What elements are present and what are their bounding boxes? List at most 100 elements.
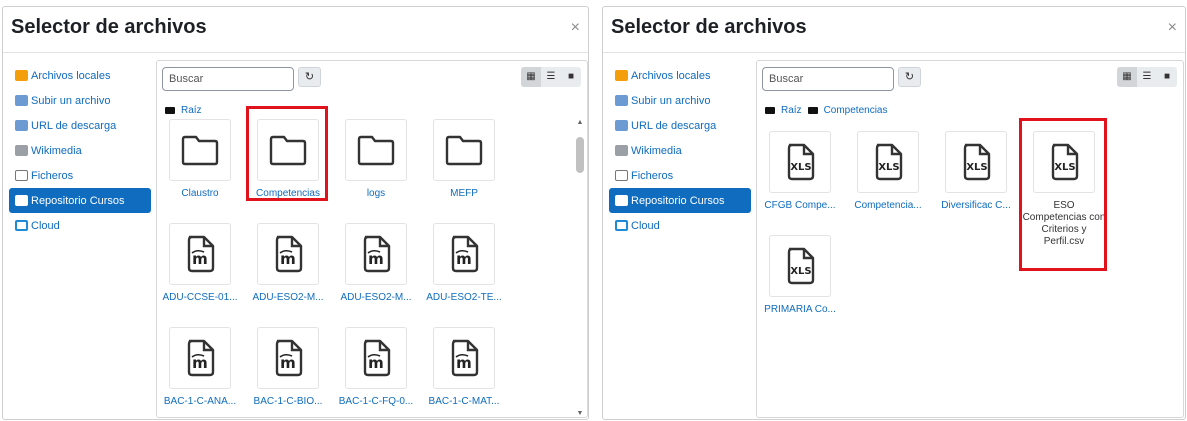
moodle-backup-icon: m: [345, 223, 407, 285]
svg-text:XLS: XLS: [1054, 162, 1075, 173]
file-tile[interactable]: logs: [333, 119, 419, 200]
file-panel: Buscar ↻ ▦ ☰ ■ Raíz Claustro Competencias…: [156, 60, 588, 418]
close-icon[interactable]: ×: [1168, 19, 1177, 37]
repo-item[interactable]: Cloud: [609, 213, 751, 238]
file-name: ADU-ESO2-M...: [252, 292, 324, 303]
svg-text:XLS: XLS: [790, 266, 811, 277]
dialog-header: Selector de archivos ×: [3, 7, 588, 53]
folder-icon: [165, 107, 175, 114]
tree-view-button[interactable]: ■: [1157, 67, 1177, 87]
file-tile[interactable]: MEFP: [421, 119, 507, 200]
home-icon: [15, 70, 28, 81]
breadcrumb-item[interactable]: Competencias: [824, 105, 888, 116]
moodle-backup-icon: m: [257, 327, 319, 389]
repo-item[interactable]: URL de descarga: [9, 113, 151, 138]
icons-view-button[interactable]: ▦: [521, 67, 541, 87]
repo-item-label: Cloud: [631, 219, 660, 232]
upload-icon: [615, 95, 628, 106]
breadcrumb-item[interactable]: Raíz: [781, 105, 802, 116]
breadcrumb: Raíz: [165, 105, 208, 116]
refresh-button[interactable]: ↻: [298, 67, 321, 87]
repository-list: Archivos locales Subir un archivo URL de d…: [9, 63, 151, 238]
repo-item[interactable]: URL de descarga: [609, 113, 751, 138]
repo-item-label: URL de descarga: [631, 119, 717, 132]
breadcrumb: Raíz Competencias: [765, 105, 893, 116]
moodle-backup-icon: m: [433, 327, 495, 389]
file-name: ADU-ESO2-TE...: [426, 292, 502, 303]
file-tile[interactable]: m BAC-1-C-FQ-0...: [333, 327, 419, 408]
search-input[interactable]: Buscar: [162, 67, 294, 91]
view-switcher: ▦ ☰ ■: [1117, 67, 1177, 87]
file-tile[interactable]: XLS Competencia...: [845, 131, 931, 212]
home-icon: [615, 70, 628, 81]
repo-item[interactable]: Subir un archivo: [609, 88, 751, 113]
file-tile[interactable]: m ADU-ESO2-M...: [245, 223, 331, 304]
file-name: PRIMARIA Co...: [764, 304, 836, 315]
scrollbar[interactable]: ▲ ▼: [575, 119, 585, 417]
svg-text:m: m: [280, 250, 296, 268]
repo-item[interactable]: Wikimedia: [9, 138, 151, 163]
repo-item[interactable]: Wikimedia: [609, 138, 751, 163]
file-name: ESO Competencias con Criterios y Perfil.…: [1022, 200, 1106, 247]
moodle-backup-icon: m: [257, 223, 319, 285]
scrollbar-thumb[interactable]: [576, 137, 584, 173]
list-view-button[interactable]: ☰: [541, 67, 561, 87]
search-input[interactable]: Buscar: [762, 67, 894, 91]
link-icon: [615, 120, 628, 131]
folder-icon: [433, 119, 495, 181]
refresh-button[interactable]: ↻: [898, 67, 921, 87]
file-tile[interactable]: m BAC-1-C-BIO...: [245, 327, 331, 408]
file-name: logs: [366, 188, 386, 199]
repo-item[interactable]: Repositorio Cursos: [609, 188, 751, 213]
upload-icon: [15, 95, 28, 106]
file-tile[interactable]: XLS CFGB Compe...: [757, 131, 843, 212]
svg-text:XLS: XLS: [878, 162, 899, 173]
repo-item[interactable]: Ficheros: [609, 163, 751, 188]
file-tile[interactable]: m ADU-CCSE-01...: [157, 223, 243, 304]
dialog-title: Selector de archivos: [11, 16, 207, 38]
repo-item[interactable]: Ficheros: [9, 163, 151, 188]
moodle-backup-icon: m: [345, 327, 407, 389]
list-view-button[interactable]: ☰: [1137, 67, 1157, 87]
svg-text:m: m: [368, 354, 384, 372]
repo-item[interactable]: Repositorio Cursos: [9, 188, 151, 213]
cloud-icon: [615, 220, 628, 231]
moodle-backup-icon: m: [169, 223, 231, 285]
folder-icon: [15, 170, 28, 181]
file-tile[interactable]: Claustro: [157, 119, 243, 200]
file-tile[interactable]: m ADU-ESO2-TE...: [421, 223, 507, 304]
file-tile[interactable]: XLS ESO Competencias con Criterios y Perf…: [1021, 131, 1107, 248]
repo-item-label: Cloud: [31, 219, 60, 232]
scroll-up-icon[interactable]: ▲: [575, 119, 585, 126]
file-tile[interactable]: m ADU-ESO2-M...: [333, 223, 419, 304]
graduation-cap-icon: [615, 195, 628, 206]
file-name: Competencia...: [854, 200, 922, 211]
spreadsheet-icon: XLS: [857, 131, 919, 193]
file-tile[interactable]: XLS Diversificac C...: [933, 131, 1019, 212]
file-tile[interactable]: m BAC-1-C-MAT...: [421, 327, 507, 408]
graduation-cap-icon: [15, 195, 28, 206]
tree-view-button[interactable]: ■: [561, 67, 581, 87]
repo-item-label: Subir un archivo: [631, 94, 711, 107]
icons-view-button[interactable]: ▦: [1117, 67, 1137, 87]
view-switcher: ▦ ☰ ■: [521, 67, 581, 87]
scroll-down-icon[interactable]: ▼: [575, 410, 585, 417]
repo-item-label: Repositorio Cursos: [631, 194, 725, 207]
repo-item[interactable]: Cloud: [9, 213, 151, 238]
repository-list: Archivos locales Subir un archivo URL de d…: [609, 63, 751, 238]
breadcrumb-item[interactable]: Raíz: [181, 105, 202, 116]
file-name: ADU-ESO2-M...: [340, 292, 412, 303]
folder-icon: [807, 107, 818, 114]
close-icon[interactable]: ×: [571, 19, 580, 37]
repo-item[interactable]: Archivos locales: [9, 63, 151, 88]
file-name: BAC-1-C-FQ-0...: [338, 396, 414, 407]
file-tile[interactable]: Competencias: [245, 119, 331, 200]
repo-item[interactable]: Subir un archivo: [9, 88, 151, 113]
file-tile[interactable]: XLS PRIMARIA Co...: [757, 235, 843, 316]
spreadsheet-icon: XLS: [1033, 131, 1095, 193]
folder-icon: [257, 119, 319, 181]
svg-text:m: m: [368, 250, 384, 268]
repo-item-label: URL de descarga: [31, 119, 117, 132]
file-tile[interactable]: m BAC-1-C-ANA...: [157, 327, 243, 408]
repo-item[interactable]: Archivos locales: [609, 63, 751, 88]
